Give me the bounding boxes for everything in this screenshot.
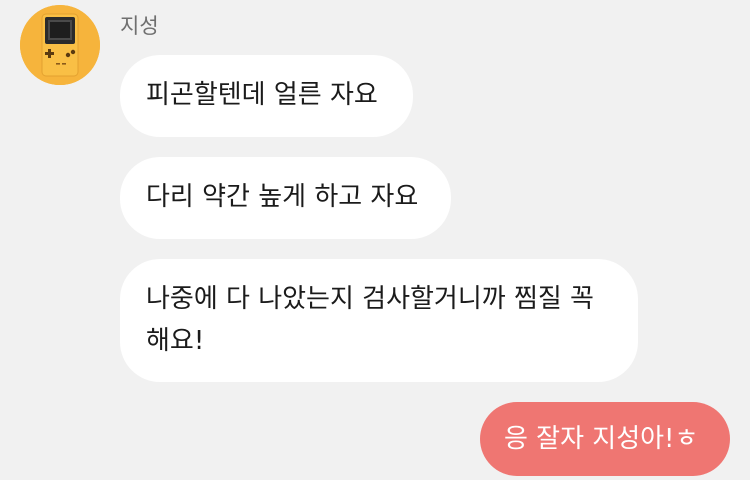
incoming-message[interactable]: 나중에 다 나았는지 검사할거니까 찜질 꼭 해요! — [120, 259, 638, 382]
gameboy-icon — [20, 5, 100, 85]
incoming-message[interactable]: 피곤할텐데 얼른 자요 — [120, 55, 413, 137]
outgoing-message[interactable]: 응 잘자 지성아!ㅎ — [480, 402, 730, 476]
contact-name: 지성 — [120, 14, 159, 38]
contact-avatar[interactable] — [20, 5, 100, 85]
incoming-message[interactable]: 다리 약간 높게 하고 자요 — [120, 157, 451, 239]
